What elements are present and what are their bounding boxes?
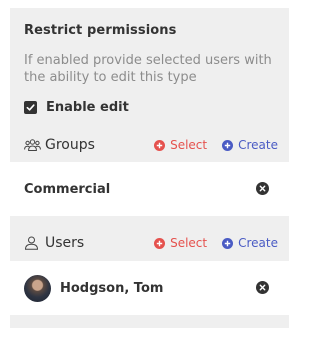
users-label: Users [45,235,85,251]
users-select-button[interactable]: Select [154,236,207,250]
panel-title: Restrict permissions [24,23,177,38]
plus-circle-icon [154,139,166,151]
plus-circle-icon [222,237,234,249]
group-item-label: Commercial [24,181,111,197]
user-item: Hodgson, Tom [10,261,289,315]
groups-label: Groups [45,137,95,153]
user-icon [24,236,41,251]
users-section-header: Users Select Create [24,234,278,252]
groups-select-label: Select [170,138,208,152]
plus-circle-icon [154,237,166,249]
enable-edit-checkbox[interactable] [24,101,37,114]
users-group-icon [24,138,41,153]
users-create-label: Create [238,236,278,250]
groups-select-button[interactable]: Select [154,138,207,152]
remove-user-button[interactable] [256,281,269,294]
plus-circle-icon [222,139,234,151]
close-icon [259,284,266,291]
groups-create-label: Create [238,138,278,152]
avatar [24,274,51,302]
close-icon [259,185,266,192]
checkmark-icon [26,104,35,111]
user-item-label: Hodgson, Tom [60,280,164,296]
remove-group-button[interactable] [256,182,269,195]
enable-edit-row[interactable]: Enable edit [24,100,129,115]
users-select-label: Select [170,236,208,250]
groups-create-button[interactable]: Create [222,138,278,152]
panel-description: If enabled provide selected users with t… [24,53,272,85]
group-item: Commercial [10,162,289,216]
users-create-button[interactable]: Create [222,236,278,250]
enable-edit-label: Enable edit [46,100,129,115]
groups-section-header: Groups Select Create [24,136,278,154]
